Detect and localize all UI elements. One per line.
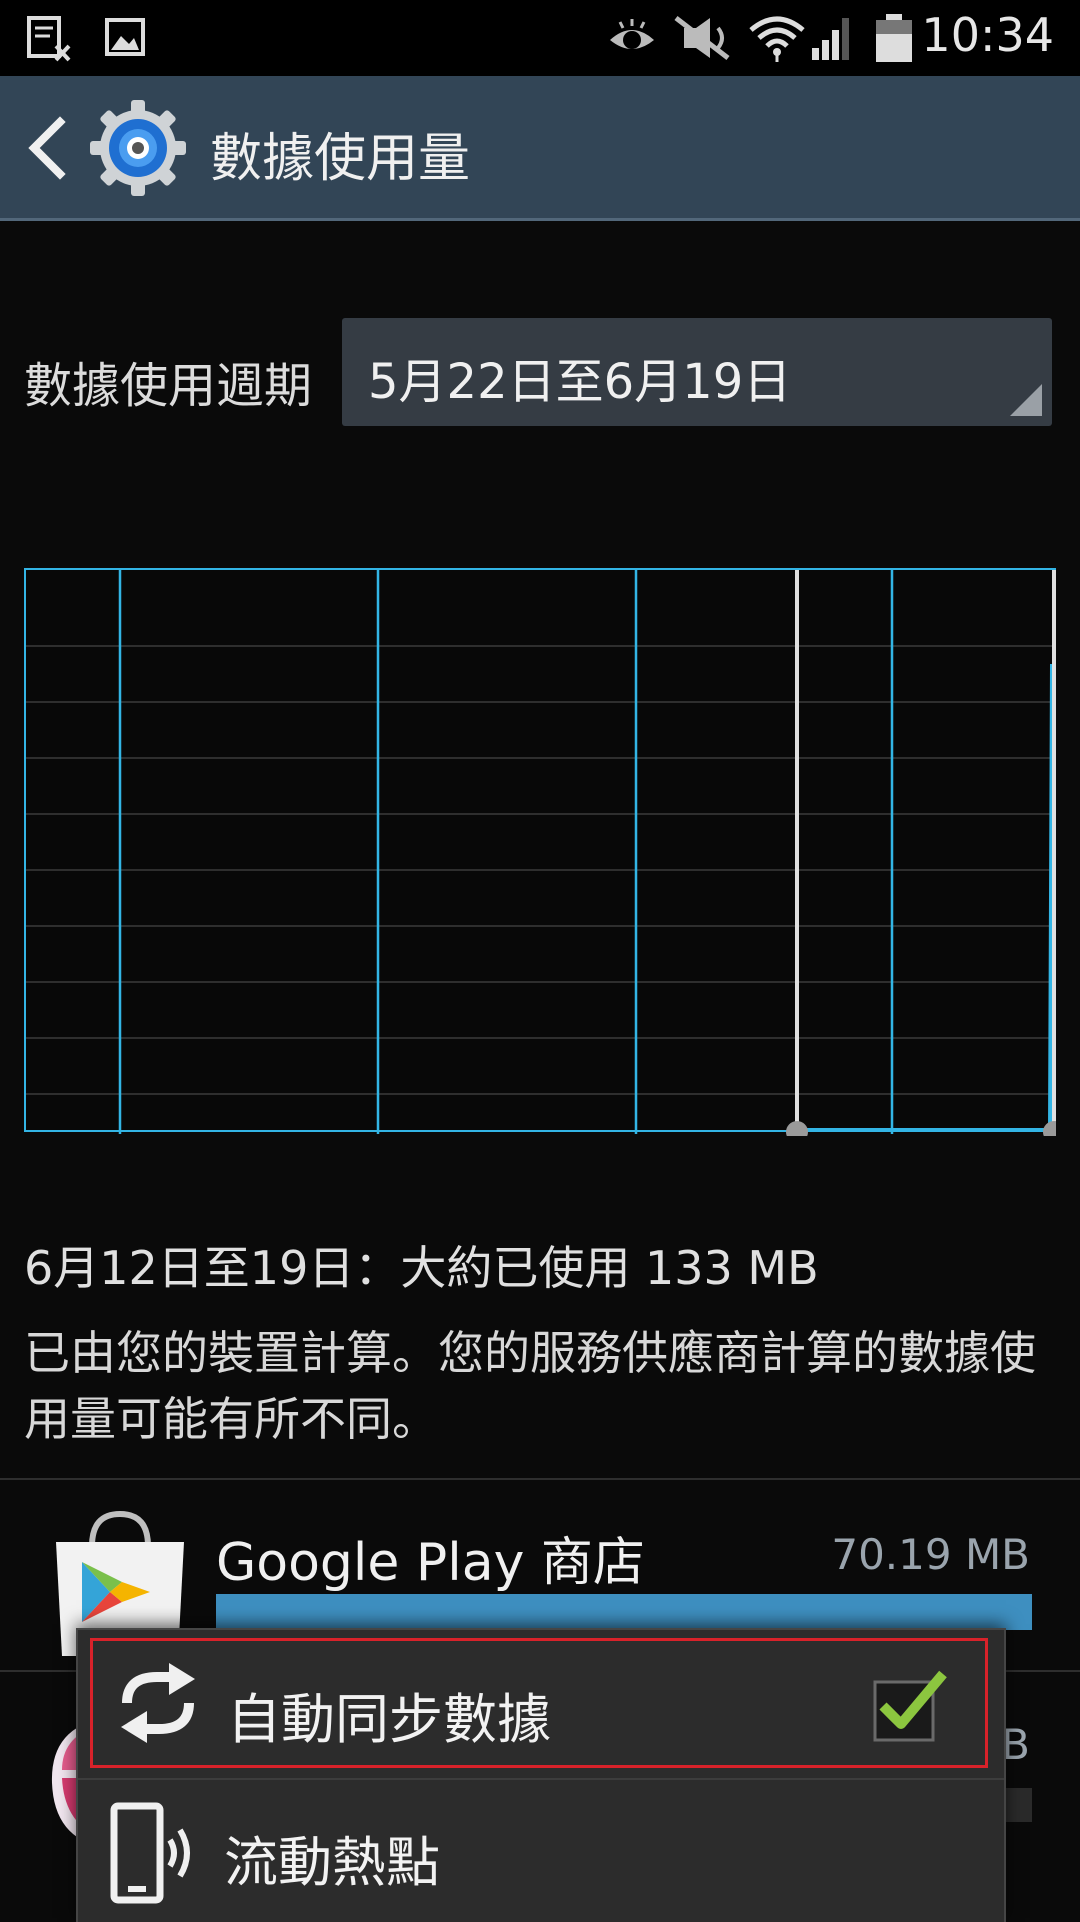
settings-gear-icon bbox=[90, 100, 186, 196]
action-bar: 數據使用量 bbox=[0, 76, 1080, 221]
battery-icon bbox=[876, 14, 912, 62]
menu-item-auto-sync[interactable]: 自動同步數據 bbox=[90, 1638, 988, 1768]
notification-image-icon bbox=[105, 18, 145, 56]
menu-item-label: 流動熱點 bbox=[224, 1831, 440, 1894]
smart-stay-eye-icon bbox=[610, 19, 654, 49]
cycle-value: 5月22日至6月19日 bbox=[368, 354, 792, 410]
status-time: 10:34 bbox=[921, 8, 1054, 62]
usage-summary: 6月12日至19日：大約已使用 133 MB bbox=[24, 1241, 819, 1295]
overflow-popup-menu: 自動同步數據 流動熱點 bbox=[76, 1628, 1006, 1922]
menu-item-label: 自動同步數據 bbox=[227, 1688, 551, 1751]
wifi-icon bbox=[749, 16, 805, 62]
sync-icon bbox=[121, 1663, 195, 1743]
app-usage-bar bbox=[216, 1594, 1032, 1630]
chart-frame bbox=[24, 568, 1056, 1132]
mobile-hotspot-icon bbox=[110, 1802, 190, 1904]
cycle-label: 數據使用週期 bbox=[24, 358, 313, 414]
data-usage-chart[interactable] bbox=[24, 568, 1056, 1136]
app-name: Google Play 商店 bbox=[216, 1533, 645, 1593]
spinner-corner-icon bbox=[1010, 384, 1042, 416]
app-data-size: 70.19 MB bbox=[831, 1530, 1030, 1579]
status-bar: 10:34 bbox=[0, 0, 1080, 76]
page-title: 數據使用量 bbox=[210, 129, 471, 189]
auto-sync-checkbox[interactable] bbox=[873, 1668, 947, 1742]
back-chevron-icon[interactable] bbox=[24, 116, 68, 180]
mute-icon bbox=[674, 16, 730, 60]
usage-note: 已由您的裝置計算。您的服務供應商計算的數據使用量可能有所不同。 bbox=[24, 1326, 1036, 1446]
cycle-spinner[interactable]: 5月22日至6月19日 bbox=[342, 318, 1052, 426]
menu-item-mobile-hotspot[interactable]: 流動熱點 bbox=[90, 1780, 988, 1920]
notification-doc-icon bbox=[27, 16, 71, 62]
cell-signal-icon bbox=[812, 18, 849, 60]
